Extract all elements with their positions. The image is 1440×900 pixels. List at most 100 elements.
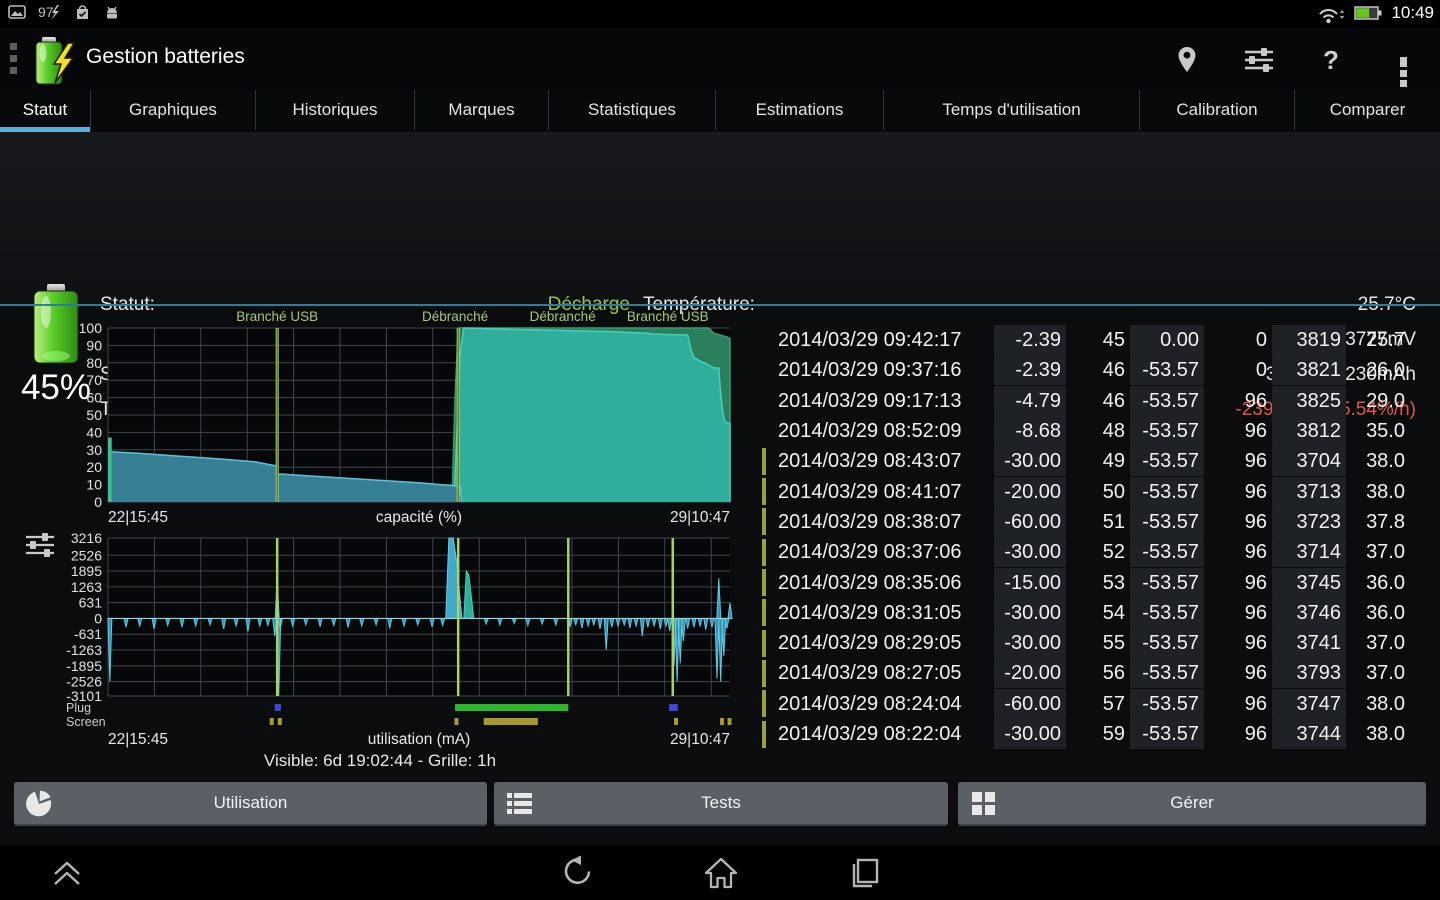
cell: -30.00: [994, 628, 1066, 658]
cell: 0: [1204, 355, 1272, 385]
cell: 96: [1204, 507, 1272, 537]
row-marker: [762, 478, 766, 505]
tab-temps-d-utilisation[interactable]: Temps d'utilisation: [884, 90, 1140, 130]
table-row[interactable]: 2014/03/29 09:37:16-2.3946-53.570382126.…: [762, 355, 1438, 385]
svg-text:97: 97: [38, 4, 54, 20]
row-marker: [762, 660, 766, 687]
app-title: Gestion batteries: [86, 45, 245, 69]
table-row[interactable]: 2014/03/29 09:17:13-4.7946-53.5796382529…: [762, 386, 1438, 416]
cell: 52: [1066, 537, 1130, 567]
cell: 49: [1066, 446, 1130, 476]
svg-text:1263: 1263: [71, 579, 102, 595]
table-row[interactable]: 2014/03/29 08:41:07-20.0050-53.579637133…: [762, 476, 1438, 506]
android-status-bar: 97 10:49: [0, 0, 1440, 28]
table-row[interactable]: 2014/03/29 08:52:09-8.6848-53.5796381235…: [762, 416, 1438, 446]
cell: -4.79: [994, 386, 1066, 416]
table-row[interactable]: 2014/03/29 08:38:07-60.0051-53.579637233…: [762, 507, 1438, 537]
cell: 2014/03/29 09:42:17: [770, 325, 994, 355]
cell: 29.0: [1346, 386, 1410, 416]
android-notification-icon: [103, 4, 121, 20]
cell: -53.57: [1130, 628, 1204, 658]
row-marker: [762, 569, 766, 596]
svg-text:22|15:45: 22|15:45: [108, 731, 168, 748]
cell: 3747: [1272, 689, 1346, 719]
cell: -53.57: [1130, 416, 1204, 446]
cell: 0: [1204, 325, 1272, 355]
cell: 56: [1066, 658, 1130, 688]
gerer-button[interactable]: Gérer: [958, 782, 1426, 826]
tuning-icon[interactable]: [1235, 40, 1283, 80]
cell: -53.57: [1130, 689, 1204, 719]
svg-text:631: 631: [79, 595, 103, 611]
cell: 96: [1204, 446, 1272, 476]
cell: -53.57: [1130, 355, 1204, 385]
cell: 96: [1204, 598, 1272, 628]
table-row[interactable]: 2014/03/29 08:37:06-30.0052-53.579637143…: [762, 537, 1438, 567]
cell: -53.57: [1130, 446, 1204, 476]
cell: -53.57: [1130, 598, 1204, 628]
svg-text:-1895: -1895: [66, 658, 102, 674]
capacity-chart[interactable]: Branché USBDébranchéDébranchéBranché USB…: [0, 306, 745, 528]
overflow-icon[interactable]: [1379, 40, 1427, 80]
svg-text:70: 70: [86, 372, 102, 388]
svg-text:Débranché: Débranché: [530, 309, 596, 324]
back-icon[interactable]: [558, 854, 598, 892]
svg-text:0: 0: [94, 494, 102, 510]
tab-marques[interactable]: Marques: [415, 90, 549, 130]
cell: 59: [1066, 719, 1130, 749]
table-row[interactable]: 2014/03/29 08:24:04-60.0057-53.579637473…: [762, 689, 1438, 719]
cell: 26.0: [1346, 355, 1410, 385]
table-row[interactable]: 2014/03/29 08:31:05-30.0054-53.579637463…: [762, 598, 1438, 628]
cell: 46: [1066, 355, 1130, 385]
cell: 53: [1066, 568, 1130, 598]
cell: 3819: [1272, 325, 1346, 355]
hide-bar-icon[interactable]: [45, 854, 89, 892]
cell: 2014/03/29 08:41:07: [770, 477, 994, 507]
utilisation-button[interactable]: Utilisation: [14, 782, 487, 826]
cell: 46: [1066, 386, 1130, 416]
recents-icon[interactable]: [845, 854, 885, 892]
svg-text:2526: 2526: [71, 547, 102, 563]
history-table: 2014/03/29 09:42:17-2.39450.000381925.72…: [762, 325, 1438, 749]
cell: 3744: [1272, 719, 1346, 749]
cell: -8.68: [994, 416, 1066, 446]
cell: -30.00: [994, 719, 1066, 749]
row-marker: [762, 630, 766, 657]
tab-graphiques[interactable]: Graphiques: [91, 90, 256, 130]
cell: 2014/03/29 08:31:05: [770, 598, 994, 628]
tab-calibration[interactable]: Calibration: [1140, 90, 1295, 130]
tab-historiques[interactable]: Historiques: [256, 90, 415, 130]
svg-text:50: 50: [86, 407, 102, 423]
table-row[interactable]: 2014/03/29 08:29:05-30.0055-53.579637413…: [762, 628, 1438, 658]
cell: 35.0: [1346, 416, 1410, 446]
help-icon[interactable]: ?: [1307, 40, 1355, 80]
svg-text:Plug: Plug: [66, 701, 91, 715]
cell: 2014/03/29 08:38:07: [770, 507, 994, 537]
tab-comparer[interactable]: Comparer: [1295, 90, 1440, 130]
cell: 3812: [1272, 416, 1346, 446]
table-row[interactable]: 2014/03/29 08:43:07-30.0049-53.579637043…: [762, 446, 1438, 476]
usage-chart[interactable]: 32162526189512636310-631-1263-1895-2526-…: [0, 530, 745, 748]
table-row[interactable]: 2014/03/29 08:22:04-30.0059-53.579637443…: [762, 719, 1438, 749]
location-icon[interactable]: [1163, 40, 1211, 80]
cell: -53.57: [1130, 658, 1204, 688]
svg-text:40: 40: [86, 424, 102, 440]
svg-text:1895: 1895: [71, 563, 102, 579]
svg-text:capacité (%): capacité (%): [376, 509, 462, 526]
cell: 96: [1204, 416, 1272, 446]
tab-statut[interactable]: Statut: [0, 90, 91, 130]
cell: 96: [1204, 477, 1272, 507]
tab-statistiques[interactable]: Statistiques: [549, 90, 716, 130]
home-icon[interactable]: [701, 854, 741, 892]
table-row[interactable]: 2014/03/29 09:42:17-2.39450.000381925.7: [762, 325, 1438, 355]
tab-estimations[interactable]: Estimations: [716, 90, 884, 130]
cell: -30.00: [994, 446, 1066, 476]
tests-button[interactable]: Tests: [494, 782, 948, 826]
cell: 38.0: [1346, 477, 1410, 507]
table-row[interactable]: 2014/03/29 08:27:05-20.0056-53.579637933…: [762, 658, 1438, 688]
table-row[interactable]: 2014/03/29 08:35:06-15.0053-53.579637453…: [762, 567, 1438, 597]
cell: -53.57: [1130, 719, 1204, 749]
cell: -53.57: [1130, 507, 1204, 537]
svg-text:60: 60: [86, 390, 102, 406]
shop-bag-notification-icon: [74, 4, 91, 21]
